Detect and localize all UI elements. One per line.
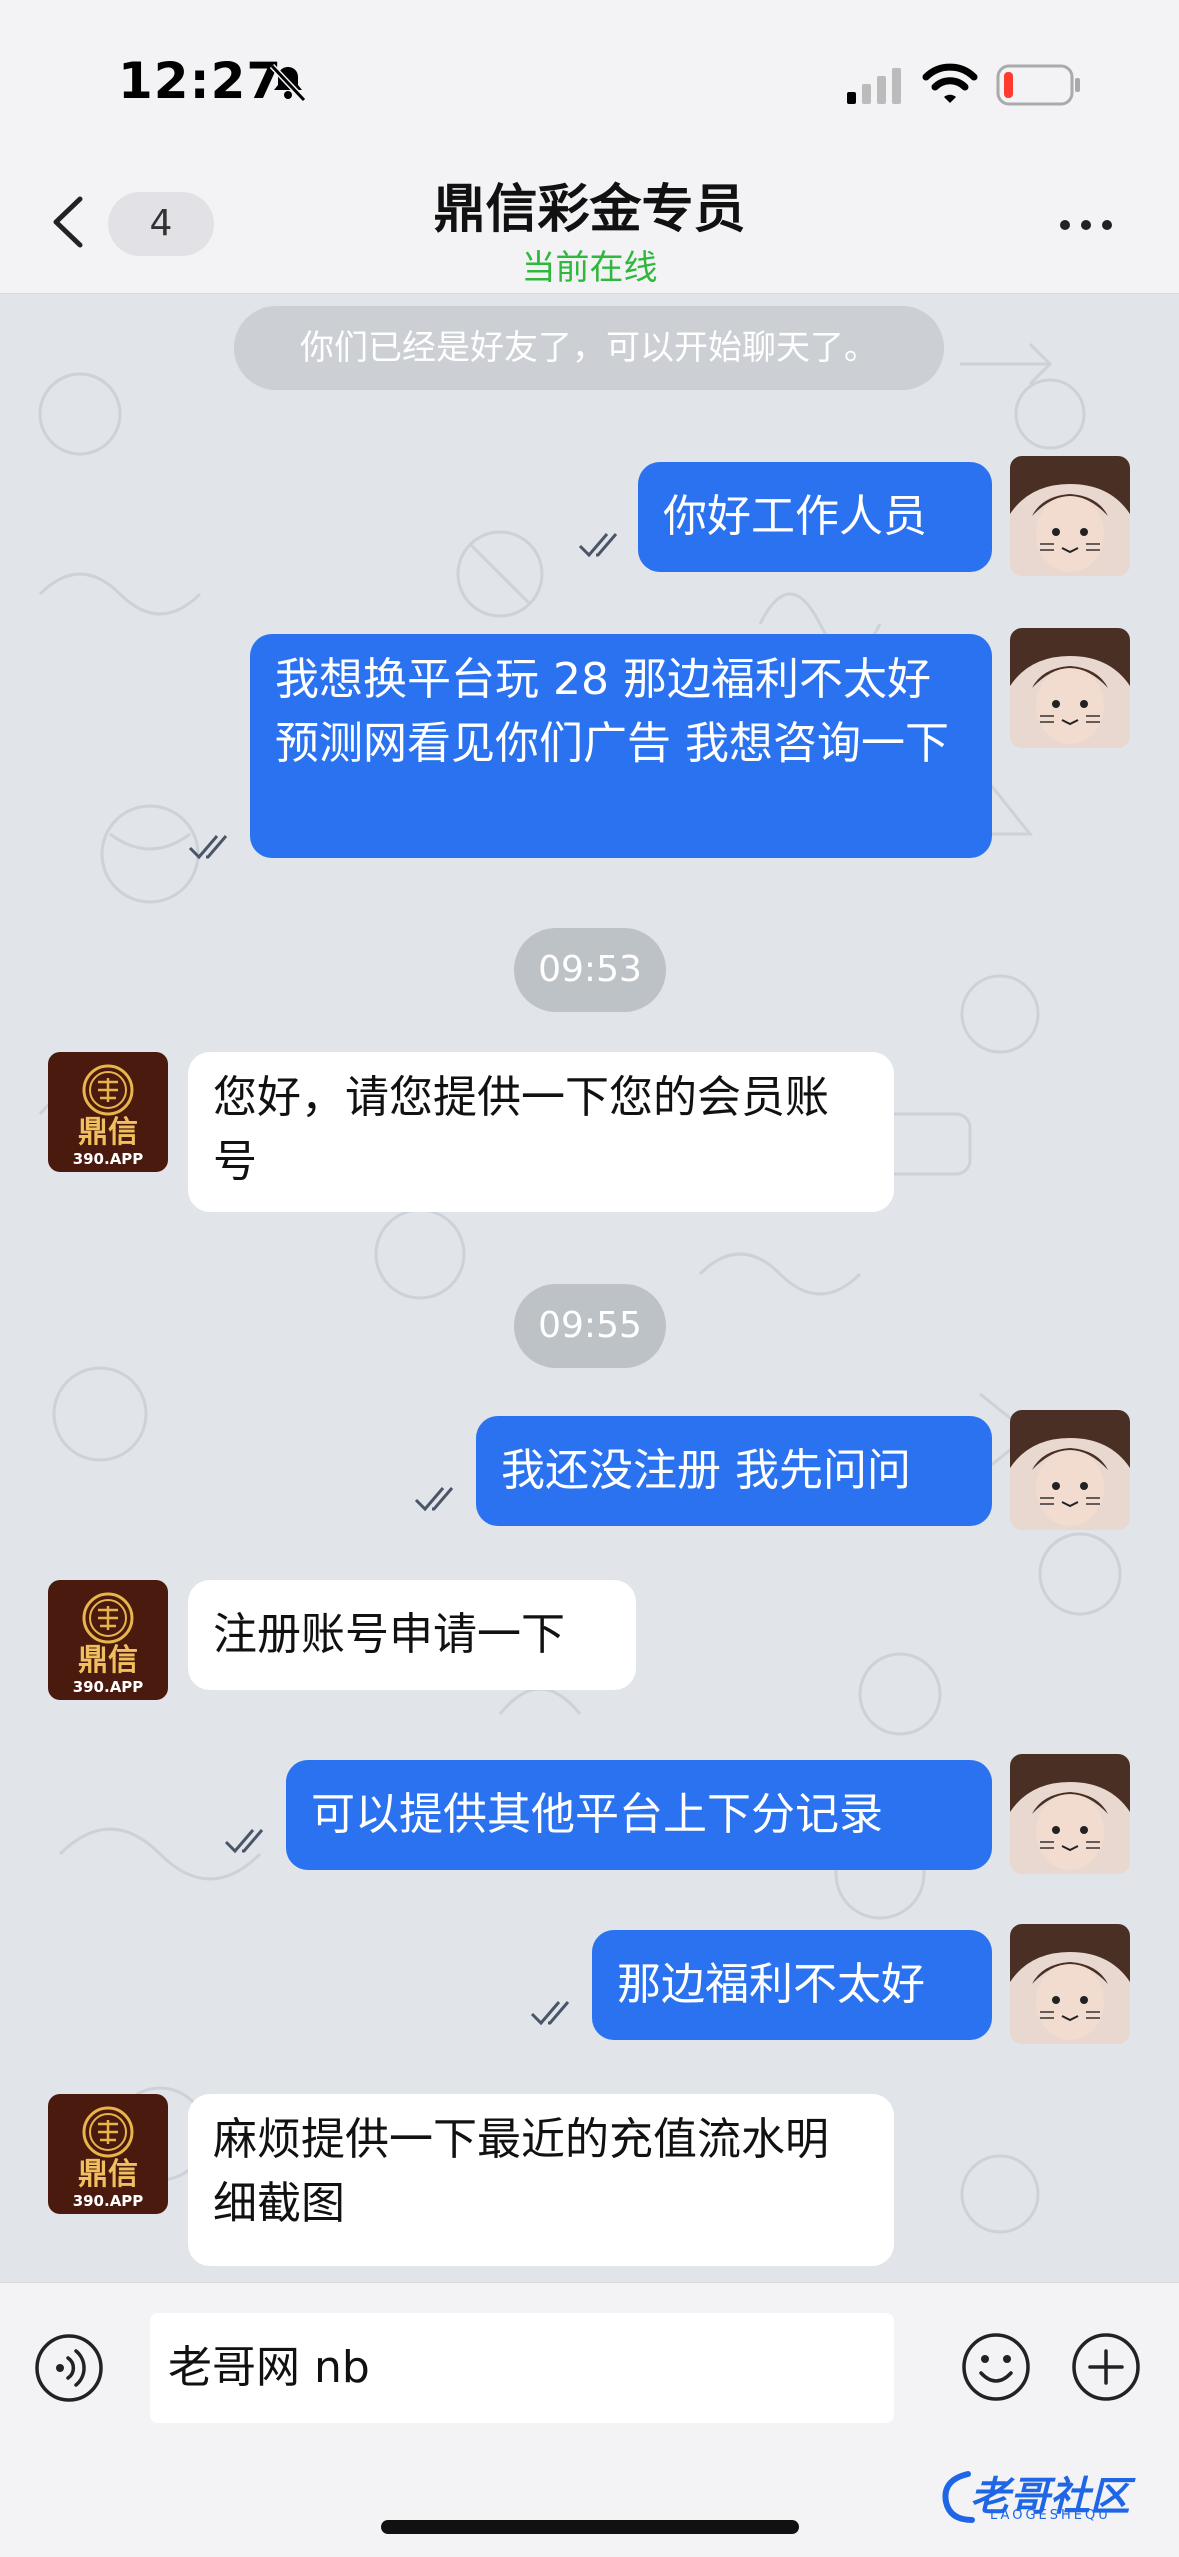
message-bubble-incoming[interactable]: 注册账号申请一下 [188,1580,636,1690]
message-bubble-incoming[interactable]: 麻烦提供一下最近的充值流水明细截图 [188,2094,894,2266]
agent-logo-caption: 390.APP [73,1678,144,1696]
message-bubble-outgoing[interactable]: 你好工作人员 [638,462,992,572]
bell-slash-icon [269,63,307,102]
agent-logo-caption: 390.APP [73,2192,144,2210]
message-bubble-outgoing[interactable]: 我想换平台玩 28 那边福利不太好 预测网看见你们广告 我想咨询一下 [250,634,992,858]
signal-icon [847,68,901,104]
status-bar: 12:27 [0,0,1179,145]
timestamp-pill: 09:55 [514,1284,666,1368]
user-avatar[interactable] [1010,628,1130,748]
chat-title: 鼎信彩金专员 [433,180,746,240]
read-receipt-icon [530,2001,570,2026]
agent-logo-text: 鼎信 [78,1115,138,1150]
agent-logo-text: 鼎信 [78,2157,138,2192]
chat-area[interactable]: 你们已经是好友了，可以开始聊天了。 你好工作人员 我想换平台玩 28 那边福利不… [0,294,1179,2282]
message-bubble-outgoing[interactable]: 我还没注册 我先问问 [476,1416,992,1526]
wifi-icon [922,63,978,103]
home-indicator[interactable] [381,2520,799,2534]
read-receipt-icon [188,835,228,860]
read-receipt-icon [414,1487,454,1512]
plus-icon[interactable] [1070,2331,1142,2403]
user-avatar[interactable] [1010,1754,1130,1874]
user-avatar[interactable] [1010,456,1130,576]
message-bubble-incoming[interactable]: 您好，请您提供一下您的会员账号 [188,1052,894,1212]
user-avatar[interactable] [1010,1924,1130,2044]
more-icon[interactable] [1060,215,1130,235]
message-bubble-outgoing[interactable]: 那边福利不太好 [592,1930,992,2040]
message-bubble-outgoing[interactable]: 可以提供其他平台上下分记录 [286,1760,992,1870]
system-notice: 你们已经是好友了，可以开始聊天了。 [234,306,944,390]
agent-avatar[interactable]: 鼎信 390.APP [48,2094,168,2214]
agent-logo-text: 鼎信 [78,1643,138,1678]
timestamp-pill: 09:53 [514,928,666,1012]
online-status: 当前在线 [521,248,658,288]
watermark-logo: 老哥社区 LAOGESHEQU [938,2462,1163,2528]
chat-header: 4 鼎信彩金专员 当前在线 [0,145,1179,294]
battery-icon [996,64,1080,106]
voice-icon[interactable] [34,2333,104,2403]
watermark-subtext: LAOGESHEQU [990,2508,1111,2523]
status-time: 12:27 [118,52,283,110]
agent-avatar[interactable]: 鼎信 390.APP [48,1580,168,1700]
emoji-icon[interactable] [960,2331,1032,2403]
agent-avatar[interactable]: 鼎信 390.APP [48,1052,168,1172]
message-input[interactable]: 老哥网 nb [150,2313,894,2423]
agent-logo-caption: 390.APP [73,1150,144,1168]
read-receipt-icon [578,533,618,558]
read-receipt-icon [224,1829,264,1854]
user-avatar[interactable] [1010,1410,1130,1530]
